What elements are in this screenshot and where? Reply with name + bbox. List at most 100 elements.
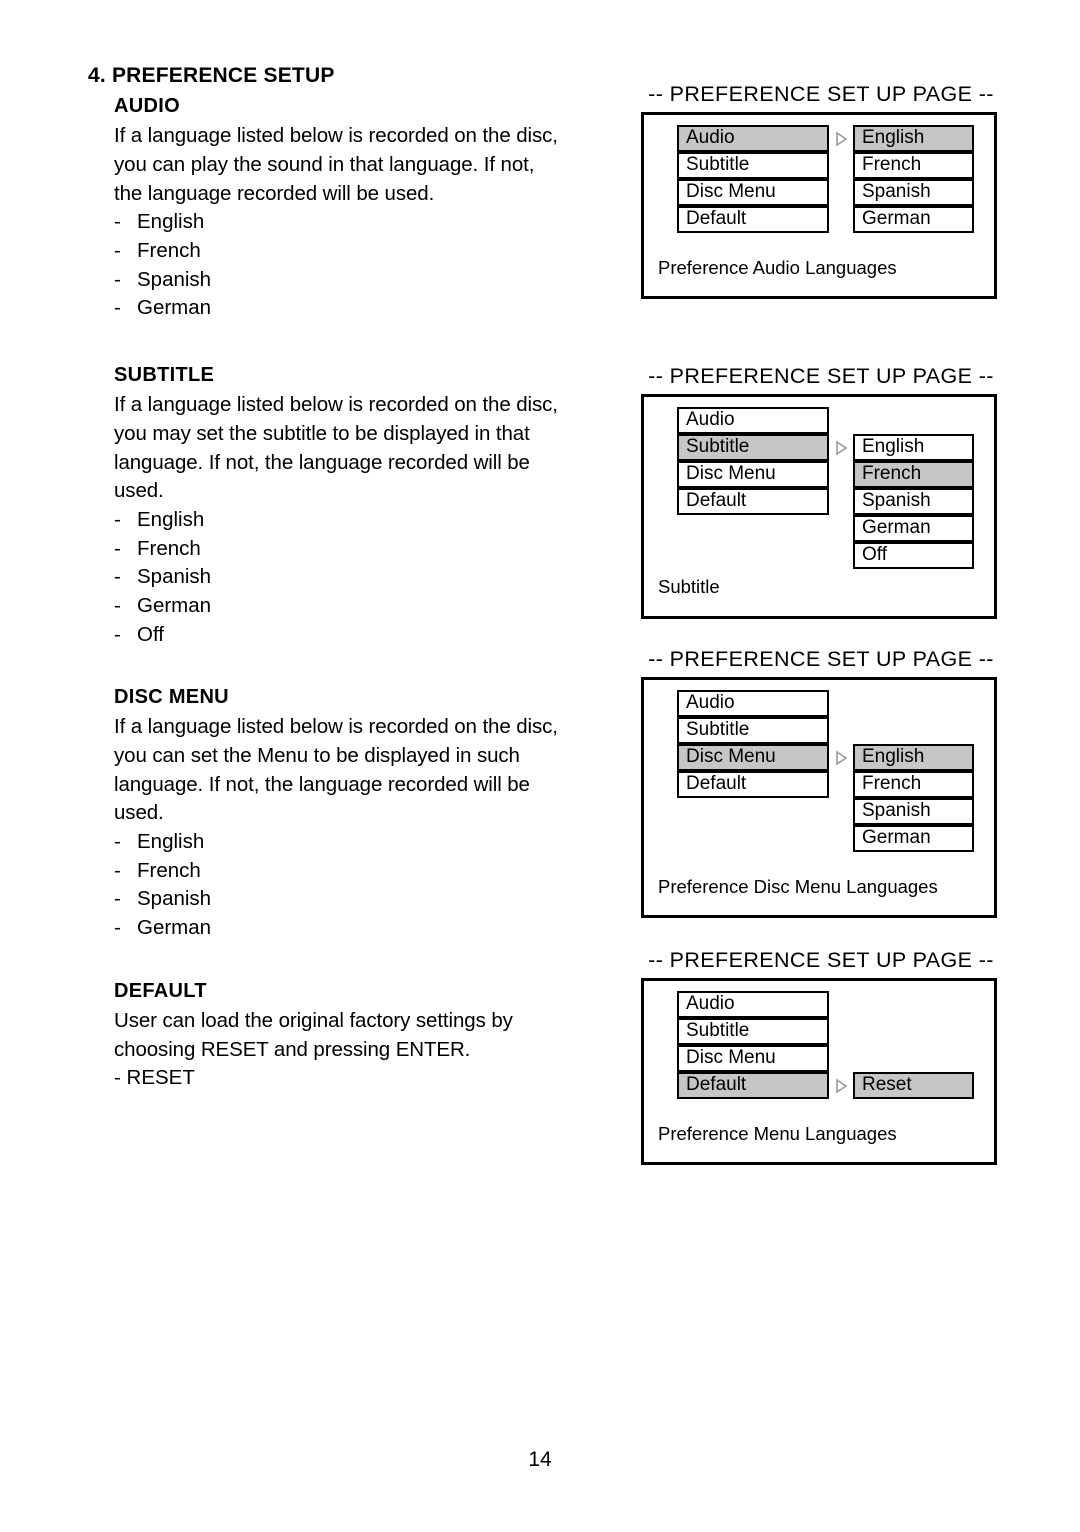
menu-area: Audio Subtitle English Disc Menu French … [644, 407, 994, 569]
menu-row: Audio [677, 991, 994, 1018]
menu-row: German [677, 825, 994, 852]
list-item: - English [114, 208, 628, 237]
right-column-spacer [853, 690, 974, 717]
osd-caption: Subtitle [658, 576, 720, 597]
lang-option-spanish[interactable]: Spanish [853, 488, 974, 515]
menu-item-subtitle[interactable]: Subtitle [677, 152, 829, 179]
bullet-dash: - [114, 622, 121, 646]
body-line: If a language listed below is recorded o… [114, 393, 558, 417]
bullet-dash: - [114, 830, 121, 854]
reset-item: - RESET [114, 1064, 628, 1093]
diagram-subtitle: -- PREFERENCE SET UP PAGE -- Audio Subti… [641, 364, 997, 619]
right-column-spacer [853, 1045, 974, 1072]
menu-item-disc-menu[interactable]: Disc Menu [677, 179, 829, 206]
menu-item-audio[interactable]: Audio [677, 991, 829, 1018]
menu-row: German [677, 515, 994, 542]
list-item: - German [114, 592, 628, 621]
osd-caption: Preference Audio Languages [658, 257, 897, 278]
menu-item-default[interactable]: Default [677, 771, 829, 798]
lang-option-english[interactable]: English [853, 434, 974, 461]
list-item-label: French [137, 536, 201, 560]
text-column: 4. PREFERENCE SETUP AUDIO If a language … [88, 62, 628, 1093]
lang-option-french[interactable]: French [853, 152, 974, 179]
right-column-spacer [853, 991, 974, 1018]
arrow-spacer [829, 991, 853, 1018]
page-number: 14 [528, 1448, 552, 1471]
lang-option-german[interactable]: German [853, 825, 974, 852]
bullet-dash: - [114, 296, 121, 320]
section-heading-disc-menu: DISC MENU [114, 686, 229, 709]
arrow-spacer [829, 461, 853, 488]
lang-option-french[interactable]: French [853, 461, 974, 488]
menu-item-disc-menu[interactable]: Disc Menu [677, 744, 829, 771]
menu-item-disc-menu[interactable]: Disc Menu [677, 461, 829, 488]
menu-item-audio[interactable]: Audio [677, 125, 829, 152]
arrow-spacer [829, 179, 853, 206]
language-list-disc-menu: - English - French - Spanish - German [114, 828, 628, 943]
language-list-audio: - English - French - Spanish - German [114, 208, 628, 323]
menu-row: Subtitle English [677, 434, 994, 461]
menu-row: Default German [677, 206, 994, 233]
menu-item-default[interactable]: Default [677, 488, 829, 515]
lang-option-english[interactable]: English [853, 744, 974, 771]
body-line: the language recorded will be used. [114, 181, 435, 205]
menu-area: Audio English Subtitle French Disc Menu … [644, 125, 994, 233]
body-line: If a language listed below is recorded o… [114, 124, 558, 148]
lang-option-english[interactable]: English [853, 125, 974, 152]
osd-screen: Audio Subtitle Disc Menu English Default [641, 677, 997, 918]
arrow-spacer [829, 798, 853, 825]
list-item: - French [114, 535, 628, 564]
triangle-right-icon [829, 125, 853, 152]
left-column-spacer [677, 798, 829, 825]
list-item-label: English [137, 507, 205, 531]
list-item: - German [114, 294, 628, 323]
menu-item-default[interactable]: Default [677, 1072, 829, 1099]
right-column-spacer [853, 717, 974, 744]
bullet-dash: - [114, 916, 121, 940]
page-title: 4. PREFERENCE SETUP [88, 64, 335, 87]
arrow-spacer [829, 542, 853, 569]
lang-option-off[interactable]: Off [853, 542, 974, 569]
menu-row: Subtitle [677, 1018, 994, 1045]
section-heading-default: DEFAULT [114, 979, 207, 1002]
list-item-label: Spanish [137, 565, 212, 589]
menu-row: Disc Menu French [677, 461, 994, 488]
arrow-spacer [829, 152, 853, 179]
menu-item-disc-menu[interactable]: Disc Menu [677, 1045, 829, 1072]
list-item-label: German [137, 593, 212, 617]
section-subtitle: SUBTITLE If a language listed below is r… [88, 361, 628, 649]
menu-item-audio[interactable]: Audio [677, 690, 829, 717]
list-item: - Spanish [114, 266, 628, 295]
arrow-spacer [829, 1045, 853, 1072]
lang-option-spanish[interactable]: Spanish [853, 798, 974, 825]
list-item-label: English [137, 830, 205, 854]
default-option-reset[interactable]: Reset [853, 1072, 974, 1099]
menu-item-subtitle[interactable]: Subtitle [677, 717, 829, 744]
body-line: used. [114, 801, 164, 825]
section-body-subtitle: If a language listed below is recorded o… [114, 391, 628, 506]
menu-area: Audio Subtitle Disc Menu Default Reset [644, 991, 994, 1099]
menu-row: Audio English [677, 125, 994, 152]
list-item: - Spanish [114, 563, 628, 592]
menu-item-subtitle[interactable]: Subtitle [677, 434, 829, 461]
lang-option-german[interactable]: German [853, 515, 974, 542]
section-body-audio: If a language listed below is recorded o… [114, 122, 628, 208]
bullet-dash: - [114, 536, 121, 560]
lang-option-spanish[interactable]: Spanish [853, 179, 974, 206]
section-disc-menu: DISC MENU If a language listed below is … [88, 683, 628, 943]
osd-screen: Audio Subtitle Disc Menu Default Reset P… [641, 978, 997, 1165]
bullet-dash: - [114, 267, 121, 291]
menu-item-default[interactable]: Default [677, 206, 829, 233]
bullet-dash: - [114, 507, 121, 531]
menu-row: Audio [677, 690, 994, 717]
menu-item-subtitle[interactable]: Subtitle [677, 1018, 829, 1045]
lang-option-german[interactable]: German [853, 206, 974, 233]
lang-option-french[interactable]: French [853, 771, 974, 798]
left-column-spacer [677, 825, 829, 852]
menu-item-audio[interactable]: Audio [677, 407, 829, 434]
menu-row: Disc Menu English [677, 744, 994, 771]
bullet-dash: - [114, 565, 121, 589]
